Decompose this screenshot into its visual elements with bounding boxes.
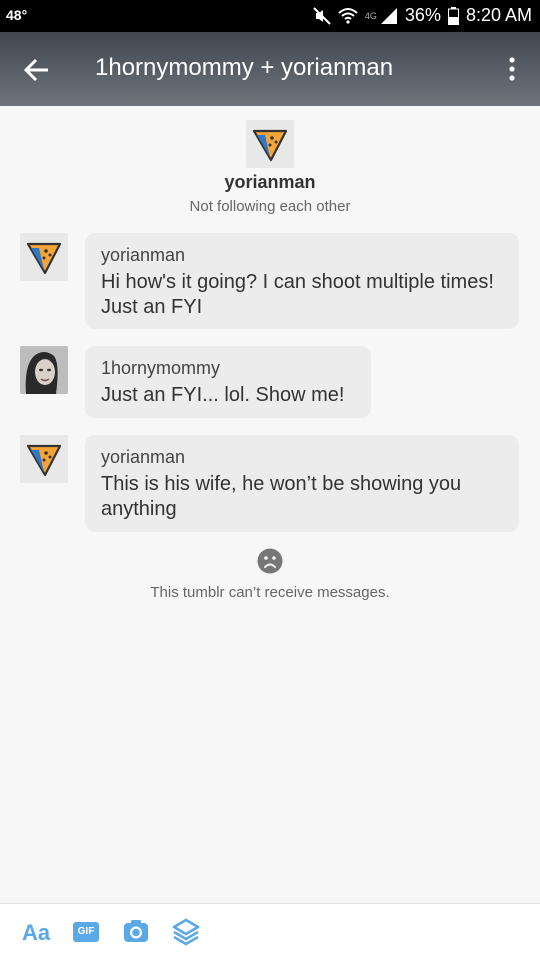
cannot-receive-notice: This tumblr can’t receive messages. [150, 584, 390, 601]
mute-icon [313, 6, 331, 25]
message-avatar-1hornymommy[interactable] [20, 346, 68, 394]
conversation-title: 1hornymommy + yorianman [95, 54, 394, 81]
battery-icon [447, 6, 459, 25]
message-avatar-yorianman[interactable] [20, 233, 68, 281]
camera-icon[interactable] [123, 919, 149, 943]
back-arrow-icon[interactable] [22, 55, 52, 85]
message-avatar-yorianman[interactable] [20, 435, 68, 483]
compose-toolbar: Aa GIF [0, 903, 540, 960]
gif-button[interactable]: GIF [73, 922, 99, 942]
pizza-avatar-icon [26, 444, 62, 477]
message-sender: yorianman [101, 245, 186, 265]
message-sender: yorianman [101, 447, 186, 467]
battery-percent: 36% [404, 5, 441, 25]
pizza-avatar-icon [252, 129, 288, 162]
stickers-icon[interactable] [172, 918, 200, 946]
profile-photo-icon [20, 346, 68, 394]
signal-icon [380, 7, 397, 24]
more-options-icon[interactable] [502, 54, 522, 84]
intro-username[interactable]: yorianman [0, 172, 540, 193]
message-text: This is his wife, he won’t be showing yo… [101, 473, 462, 520]
message-bubble[interactable]: yorianman This is his wife, he won’t be … [85, 435, 519, 532]
text-format-button[interactable]: Aa [22, 920, 50, 946]
message-sender: 1hornymommy [101, 358, 221, 378]
intro-avatar[interactable] [246, 120, 294, 168]
sad-face-icon [257, 548, 283, 574]
messaging-screen: 48° 4G 36% 8:20 AM 1hornymommy + yorianm… [0, 0, 540, 960]
message-bubble[interactable]: yorianman Hi how's it going? I can shoot… [85, 233, 519, 329]
clock-text: 8:20 AM [465, 5, 532, 25]
conversation-header: 1hornymommy + yorianman [0, 32, 540, 106]
message-bubble[interactable]: 1hornymommy Just an FYI... lol. Show me! [85, 346, 371, 418]
temperature-text: 48° [6, 7, 28, 23]
message-text: Just an FYI... lol. Show me! [101, 384, 345, 406]
message-text: Hi how's it going? I can shoot multiple … [101, 271, 494, 318]
status-bar: 48° 4G 36% 8:20 AM [0, 0, 540, 32]
pizza-avatar-icon [26, 242, 62, 275]
network-type-text: 4G [364, 10, 377, 21]
status-icons: 4G 36% 8:20 AM [313, 5, 532, 26]
follow-status-text: Not following each other [189, 198, 351, 215]
wifi-icon [338, 7, 358, 24]
